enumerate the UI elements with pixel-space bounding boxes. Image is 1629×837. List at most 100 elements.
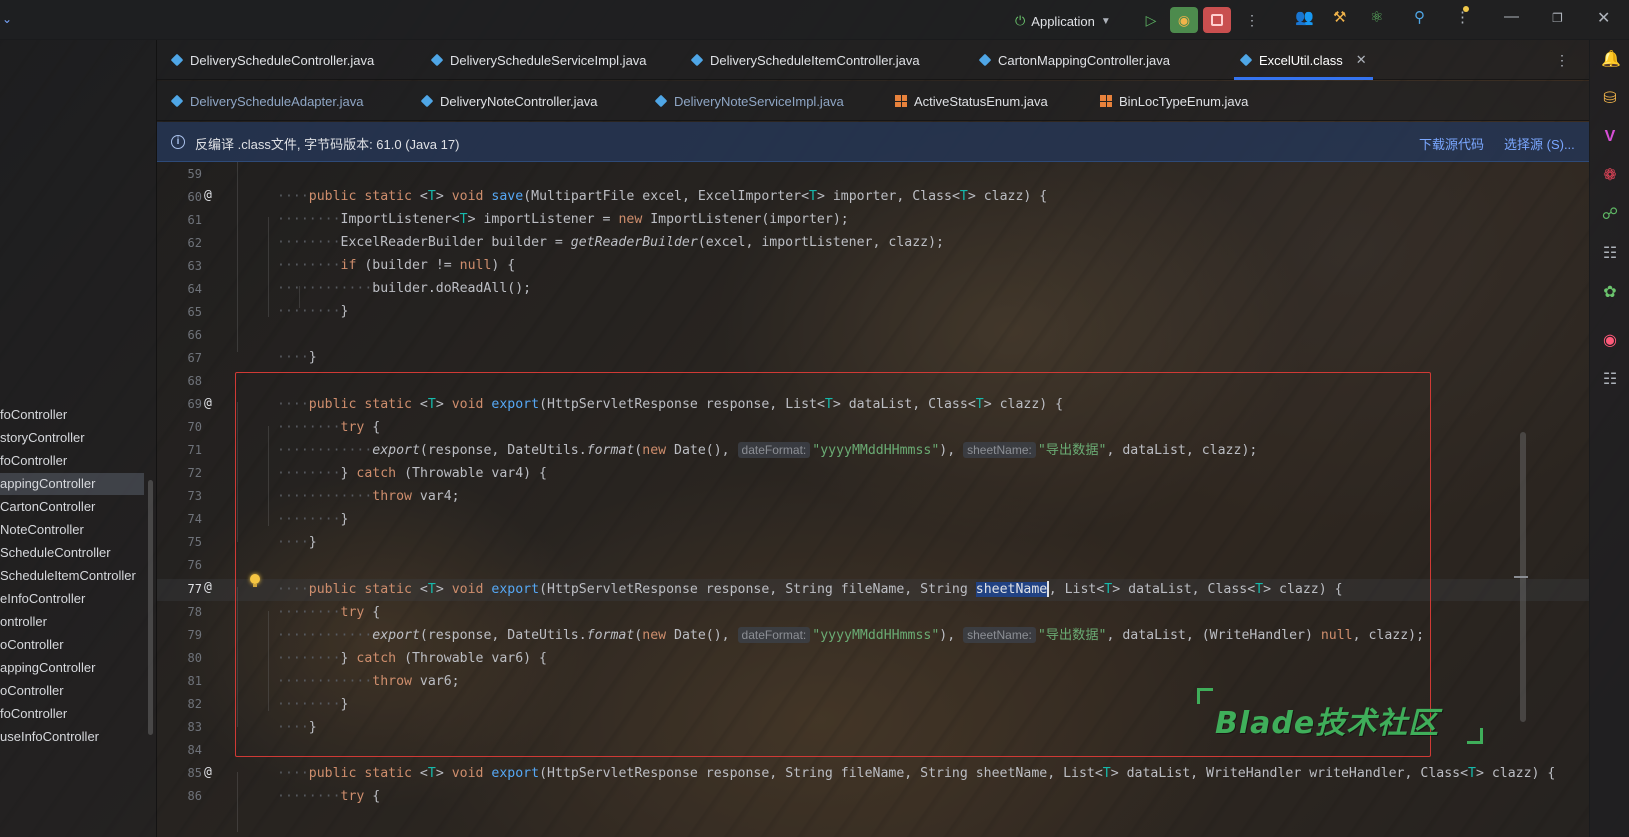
line-number: 66 [187, 328, 202, 342]
line-number: 86 [187, 789, 202, 803]
code-line: ········} [277, 304, 349, 319]
line-number: 75 [187, 535, 202, 549]
line-number: 72 [187, 466, 202, 480]
override-marker-icon[interactable]: @ [204, 188, 212, 203]
enum-icon [1100, 95, 1112, 107]
structure-icon[interactable]: ☍ [1601, 206, 1619, 224]
line-number: 65 [187, 305, 202, 319]
tree-item[interactable]: foController [0, 450, 144, 472]
line-number-current: 77 [187, 582, 202, 596]
maximize-icon[interactable]: ❐ [1552, 11, 1563, 25]
tree-item[interactable]: ontroller [0, 611, 144, 633]
chevron-down-icon: ▼ [1100, 15, 1111, 27]
tab-delivery-schedule-controller[interactable]: DeliveryScheduleController.java [170, 40, 374, 80]
line-number: 78 [187, 605, 202, 619]
editor-tabs-row-1: DeliveryScheduleController.java Delivery… [157, 40, 1589, 80]
line-number: 70 [187, 420, 202, 434]
tree-item[interactable]: NoteController [0, 519, 144, 541]
download-sources-link[interactable]: 下载源代码 [1419, 134, 1484, 153]
tab-bin-loc-type-enum[interactable]: BinLocTypeEnum.java [1100, 81, 1248, 121]
notice-message: 反编译 .class文件, 字节码版本: 61.0 (Java 17) [195, 137, 460, 152]
override-marker-icon[interactable]: @ [204, 396, 212, 411]
tree-item[interactable]: oController [0, 634, 144, 656]
notifications-icon[interactable]: 🔔 [1601, 51, 1621, 69]
run-button[interactable]: ▷ [1137, 7, 1165, 33]
main-menu-chevron-icon[interactable]: ⌄ [2, 12, 12, 26]
tree-item[interactable]: storyController [0, 427, 144, 449]
tree-item[interactable]: foController [0, 703, 144, 725]
choose-sources-link[interactable]: 选择源 (S)... [1504, 134, 1575, 153]
line-number: 83 [187, 720, 202, 734]
minimize-icon[interactable]: — [1504, 8, 1519, 25]
spring-icon[interactable]: ✿ [1601, 284, 1619, 302]
line-number: 71 [187, 443, 202, 457]
tab-delivery-note-controller[interactable]: DeliveryNoteController.java [420, 81, 598, 121]
line-number: 81 [187, 674, 202, 688]
vue-plugin-icon[interactable]: V [1601, 128, 1619, 146]
class-icon [170, 53, 184, 67]
line-number: 82 [187, 697, 202, 711]
class-icon [170, 94, 184, 108]
override-marker-icon[interactable]: @ [204, 580, 212, 595]
tree-item[interactable]: foController [0, 404, 144, 426]
code-line: ········if (builder != null) { [277, 258, 516, 273]
tree-item[interactable]: useInfoController [0, 726, 144, 748]
tree-item-selected[interactable]: appingController [0, 473, 144, 495]
override-marker-icon[interactable]: @ [204, 765, 212, 780]
line-number: 64 [187, 282, 202, 296]
tab-carton-mapping-controller[interactable]: CartonMappingController.java [978, 40, 1170, 80]
project-scrollbar[interactable] [148, 480, 153, 735]
watermark-text: Blade技术社区 [1215, 706, 1440, 741]
class-icon [978, 53, 992, 67]
tree-item[interactable]: appingController [0, 657, 144, 679]
title-bar: ⌄ ⏻ Application ▼ ▷ ◉ ⋮ 👥 ⚒ ⚛ ⚲ ⋮ — ❐ ✕ [0, 0, 1629, 40]
tab-active-status-enum[interactable]: ActiveStatusEnum.java [895, 81, 1048, 121]
tab-excel-util[interactable]: ExcelUtil.class ✕ [1234, 40, 1373, 80]
run-config-label: Application [1031, 13, 1095, 29]
code-with-me-icon[interactable]: 👥 [1295, 8, 1314, 26]
line-number: 59 [187, 167, 202, 181]
code-line: ········ImportListener<T> importListener… [277, 212, 849, 227]
settings-menu-icon[interactable]: ⋮ [1455, 6, 1470, 26]
tab-delivery-schedule-adapter[interactable]: DeliveryScheduleAdapter.java [170, 81, 363, 121]
device-mirror-icon[interactable]: ☷ [1601, 371, 1619, 389]
right-tool-window-bar: 🔔 ⛁ V ❁ ☍ ☷ ✿ ◉ ☷ [1589, 40, 1629, 837]
line-number: 74 [187, 512, 202, 526]
debug-button[interactable]: ◉ [1170, 7, 1198, 33]
close-window-icon[interactable]: ✕ [1597, 8, 1610, 28]
run-config-selector[interactable]: ⏻ Application ▼ [1015, 10, 1111, 32]
code-line: ········try { [277, 789, 381, 804]
maven-helper-icon[interactable]: ❁ [1601, 167, 1619, 185]
close-tab-icon[interactable]: ✕ [1356, 52, 1367, 68]
tree-item[interactable]: oController [0, 680, 144, 702]
tree-item[interactable]: CartonController [0, 496, 144, 518]
stop-button[interactable] [1203, 7, 1231, 33]
ai-assistant-icon[interactable]: ⚛ [1370, 8, 1383, 26]
run-config-icon: ⏻ [1015, 13, 1026, 28]
search-icon[interactable]: ⚲ [1414, 8, 1425, 26]
class-icon [1239, 53, 1253, 67]
more-tabs-icon[interactable]: ⋮ [1555, 52, 1569, 69]
line-number: 68 [187, 374, 202, 388]
class-icon [430, 53, 444, 67]
line-number: 62 [187, 236, 202, 250]
tab-delivery-schedule-service-impl[interactable]: DeliveryScheduleServiceImpl.java [430, 40, 647, 80]
tree-item[interactable]: ScheduleController [0, 542, 144, 564]
class-icon [420, 94, 434, 108]
line-number: 84 [187, 743, 202, 757]
code-line: ············builder.doReadAll(); [277, 281, 532, 296]
code-line: ····public static <T> void save(Multipar… [277, 189, 1048, 204]
enum-icon [895, 95, 907, 107]
code-line: ····} [277, 350, 317, 365]
device-manager-icon[interactable]: ☷ [1601, 245, 1619, 263]
more-actions-icon[interactable]: ⋮ [1238, 7, 1266, 33]
build-tools-icon[interactable]: ⚒ [1333, 8, 1346, 26]
plugin-icon[interactable]: ◉ [1601, 332, 1619, 350]
line-number: 73 [187, 489, 202, 503]
info-icon: i [171, 135, 185, 149]
tree-item[interactable]: eInfoController [0, 588, 144, 610]
tab-delivery-note-service-impl[interactable]: DeliveryNoteServiceImpl.java [654, 81, 844, 121]
tree-item[interactable]: ScheduleItemController [0, 565, 144, 587]
database-icon[interactable]: ⛁ [1601, 90, 1619, 108]
tab-delivery-schedule-item-controller[interactable]: DeliveryScheduleItemController.java [690, 40, 920, 80]
